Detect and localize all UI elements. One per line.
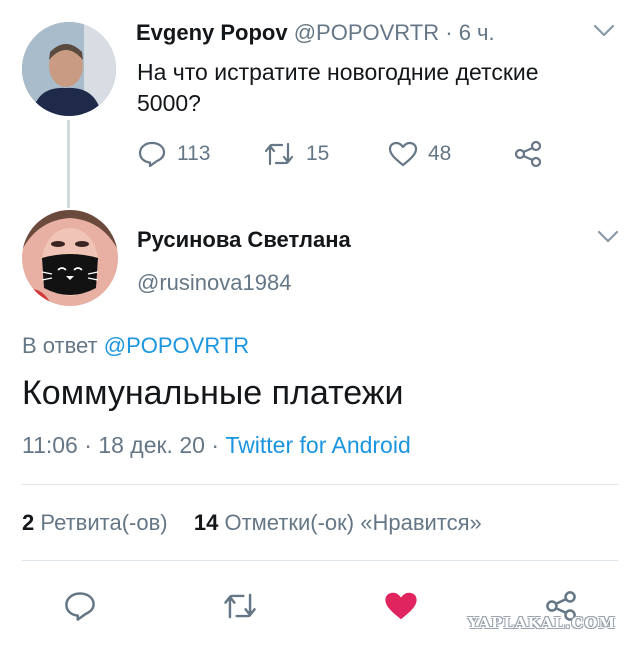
tweet-source-link[interactable]: Twitter for Android <box>225 432 410 458</box>
like-stat[interactable]: 14 Отметки(-ок) «Нравится» <box>194 510 482 535</box>
retweet-icon <box>264 142 294 166</box>
reply-context: В ответ @POPOVRTR <box>22 333 249 359</box>
share-button[interactable] <box>513 140 543 168</box>
tweet2-text: Коммунальные платежи <box>22 374 404 412</box>
divider <box>22 484 618 485</box>
tweet1-header: Evgeny Popov @POPOVRTR · 6 ч. <box>136 20 495 46</box>
share-icon <box>514 140 542 168</box>
divider <box>22 560 618 561</box>
engagement-stats: 2 Ретвита(-ов) 14 Отметки(-ок) «Нравится… <box>22 510 482 536</box>
tweet-date[interactable]: 18 дек. 20 <box>98 432 205 458</box>
meta-separator: · <box>211 432 219 458</box>
reply-icon <box>138 141 166 168</box>
like-button[interactable]: 48 <box>388 140 451 168</box>
tweet1-text-line2: 5000? <box>137 90 201 116</box>
reply-count: 113 <box>177 142 211 165</box>
author-name[interactable]: Evgeny Popov <box>136 20 288 45</box>
thread-connector-line <box>67 120 70 208</box>
tweet-time[interactable]: 11:06 <box>22 432 78 458</box>
retweet-count: 15 <box>306 142 330 165</box>
avatar-rusinova[interactable] <box>22 210 118 306</box>
tweet2-meta: 11:06 · 18 дек. 20 · Twitter for Android <box>22 432 411 459</box>
like-stat-count: 14 <box>193 510 219 535</box>
reply-button[interactable]: 113 <box>137 140 210 168</box>
chevron-down-icon[interactable] <box>593 24 615 43</box>
retweet-button[interactable]: 15 <box>262 140 329 168</box>
retweet-stat-label: Ретвита(-ов) <box>40 510 168 535</box>
reply-icon <box>65 592 95 621</box>
tweet1-text-line1: На что истратите новогодние детские <box>137 59 539 85</box>
reply-button[interactable] <box>63 590 97 627</box>
like-icon <box>385 592 417 620</box>
like-button-active[interactable] <box>383 589 419 628</box>
author-name[interactable]: Русинова Светлана <box>137 227 351 253</box>
tweet-time[interactable]: 6 ч. <box>459 20 495 45</box>
reply-prefix: В ответ <box>22 333 98 358</box>
avatar-evgeny-popov[interactable] <box>22 22 116 116</box>
author-handle[interactable]: @POPOVRTR <box>294 20 439 45</box>
author-handle[interactable]: @rusinova1984 <box>137 270 291 296</box>
retweet-stat-count: 2 <box>22 510 35 535</box>
chevron-down-icon[interactable] <box>597 230 619 249</box>
like-stat-label: Отметки(-ок) «Нравится» <box>224 510 482 535</box>
retweet-icon <box>224 593 256 619</box>
like-icon <box>388 141 418 167</box>
watermark: YAPLAKAL.COM <box>467 614 616 632</box>
like-count: 48 <box>428 142 452 165</box>
reply-to-handle[interactable]: @POPOVRTR <box>104 333 249 358</box>
header-separator: · <box>445 20 453 45</box>
meta-separator: · <box>84 432 92 458</box>
retweet-button[interactable] <box>221 590 259 627</box>
retweet-stat[interactable]: 2 Ретвита(-ов) <box>22 510 168 535</box>
tweet1-text: На что истратите новогодние детские 5000… <box>137 57 539 119</box>
